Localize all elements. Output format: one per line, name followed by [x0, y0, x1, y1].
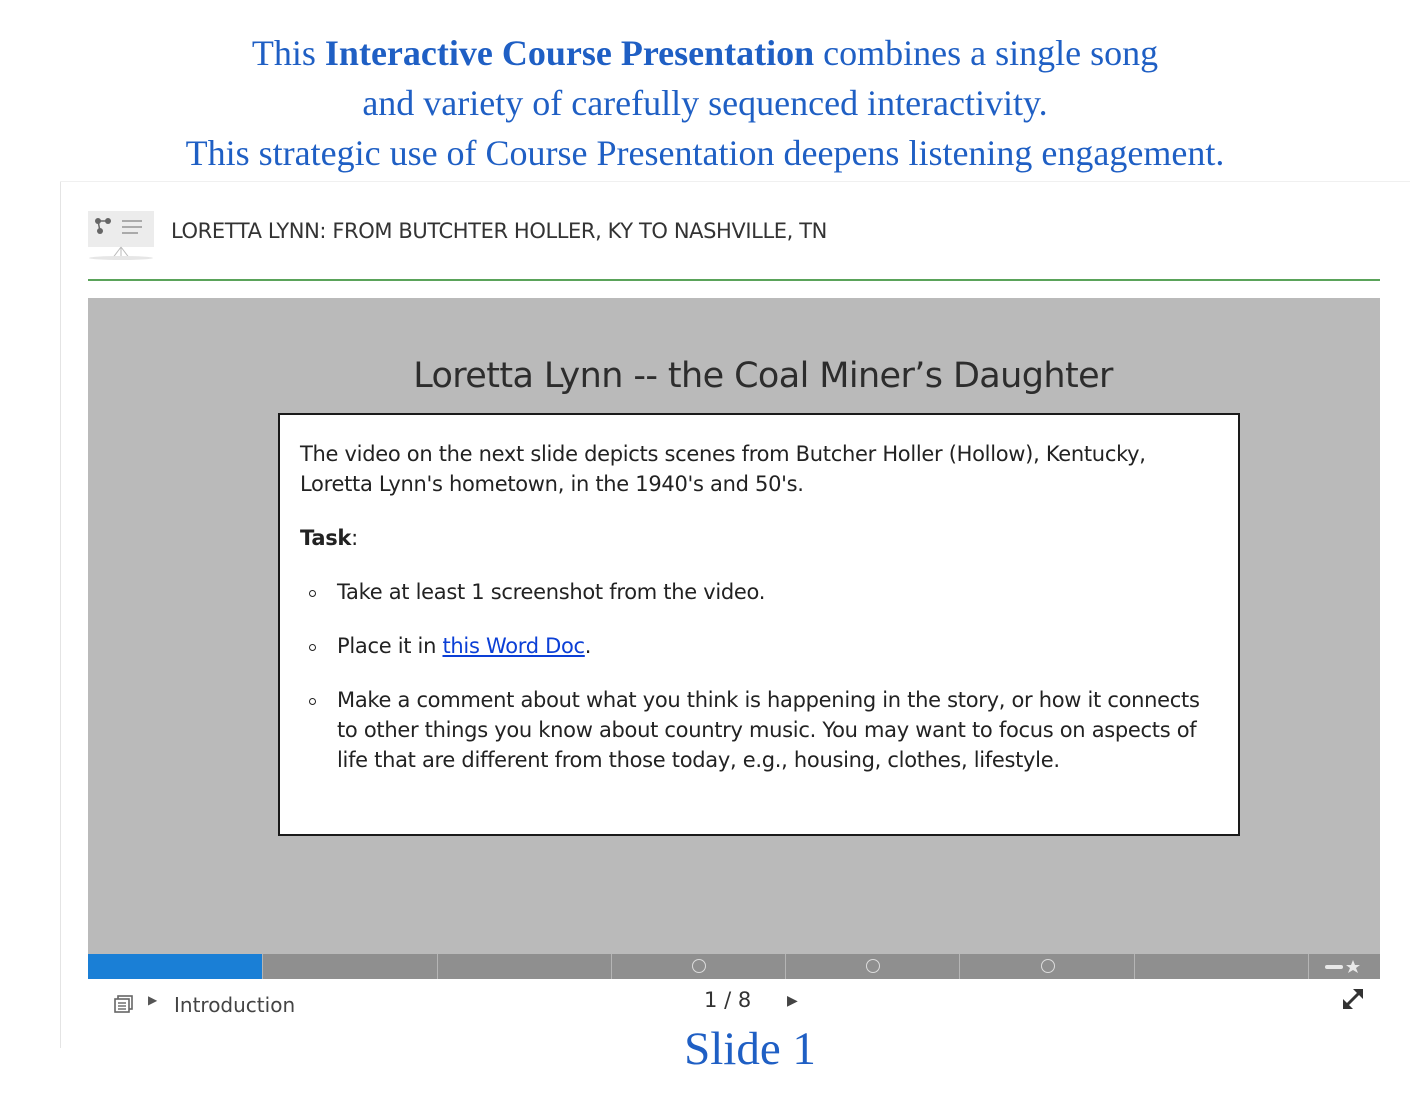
next-arrow-icon[interactable]: ▶ [787, 992, 798, 1009]
current-slide-number: 1 [704, 988, 718, 1012]
word-doc-link[interactable]: this Word Doc [442, 634, 585, 658]
slide-title: Loretta Lynn -- the Coal Miner’s Daughte… [413, 356, 1113, 396]
progress-segment-6[interactable] [959, 954, 1133, 979]
intro-line-3: This strategic use of Course Presentatio… [185, 133, 1225, 173]
frame-border-left [60, 182, 61, 1048]
intro-line-1: This Interactive Course Presentation com… [251, 33, 1159, 73]
progress-segment-4[interactable] [610, 954, 785, 979]
slide-counter: 1 / 8 [704, 988, 752, 1012]
task-indicator-icon [1040, 959, 1055, 973]
slide-caption: Slide 1 [684, 1023, 816, 1075]
total-slides: 8 [737, 988, 752, 1012]
progress-segment-3[interactable] [436, 954, 611, 979]
course-title: LORETTA LYNN: FROM BUTCHTER HOLLER, KY T… [171, 219, 827, 243]
slide-list-icon[interactable] [112, 993, 136, 1015]
frame-border-top [60, 181, 1410, 182]
current-slide-label: Introduction [174, 993, 296, 1017]
progress-segment-8[interactable] [1308, 954, 1380, 979]
task-indicator-icon [691, 959, 706, 973]
list-item: Place it in this Word Doc. [309, 631, 1218, 661]
intro-bold-phrase: Interactive Course Presentation [324, 33, 815, 73]
task-indicator-icon [866, 959, 881, 973]
progress-segment-1[interactable] [88, 954, 262, 979]
task-heading: Task: [300, 526, 358, 550]
progress-segment-5[interactable] [785, 954, 959, 979]
presentation-icon [88, 211, 154, 260]
list-item: Make a comment about what you think is h… [309, 685, 1218, 775]
intro-text: This Interactive Course Presentation com… [0, 28, 1410, 178]
intro-line-2: and variety of carefully sequenced inter… [362, 83, 1048, 123]
task-list: Take at least 1 screenshot from the vide… [300, 577, 1218, 775]
slide-body-text: The video on the next slide depicts scen… [300, 442, 1146, 496]
slide-progress-bar[interactable] [88, 954, 1380, 979]
progress-segment-2[interactable] [262, 954, 436, 979]
list-item: Take at least 1 screenshot from the vide… [309, 577, 1218, 607]
caret-right-icon[interactable]: ▶ [148, 993, 157, 1007]
fullscreen-icon[interactable] [1338, 984, 1368, 1014]
header-divider [88, 279, 1380, 281]
slide-text-box: The video on the next slide depicts scen… [278, 413, 1240, 836]
progress-segment-7[interactable] [1133, 954, 1308, 979]
summary-star-icon [1325, 960, 1360, 973]
